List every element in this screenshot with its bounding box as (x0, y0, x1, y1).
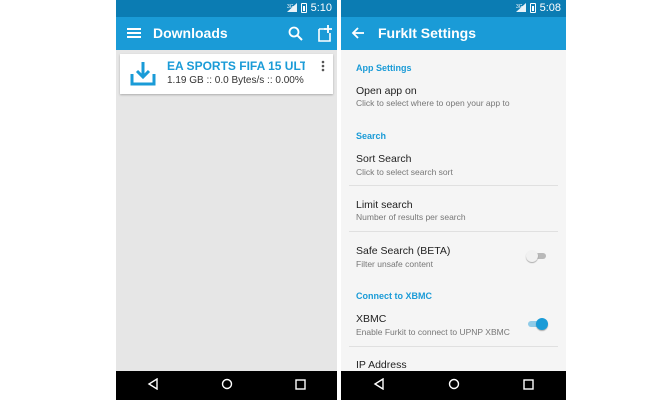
download-title: EA SPORTS FIFA 15 ULTIM... (167, 59, 305, 73)
toggle-thumb (526, 250, 538, 262)
download-item[interactable]: EA SPORTS FIFA 15 ULTIM... 1.19 GB :: 0.… (120, 54, 333, 94)
settings-screen: 3G 5:08 FurkIt Settings App Settings Ope… (341, 0, 566, 400)
divider (349, 185, 558, 186)
status-bar: 3G 5:08 (341, 0, 566, 17)
pref-title: XBMC (356, 313, 387, 325)
recent-apps-icon[interactable] (523, 377, 535, 395)
more-options-icon[interactable] (321, 59, 325, 77)
home-nav-icon[interactable] (448, 377, 460, 395)
downloads-screen: 3G 5:10 Downloads EA SPORTS FIFA 15 ULTI… (116, 0, 337, 400)
pref-title: Safe Search (BETA) (356, 245, 451, 257)
pref-summary: Enable Furkit to connect to UPNP XBMC (356, 327, 510, 337)
app-bar: Downloads (116, 17, 337, 50)
add-download-icon[interactable] (314, 23, 334, 43)
back-nav-icon[interactable] (373, 377, 385, 395)
pref-title: IP Address (356, 359, 407, 371)
nav-bar (116, 371, 337, 400)
divider (349, 231, 558, 232)
divider (349, 346, 558, 347)
battery-icon (300, 3, 307, 13)
section-search: Search (356, 131, 387, 141)
section-app-settings: App Settings (356, 63, 412, 73)
menu-icon[interactable] (124, 23, 144, 43)
page-title: FurkIt Settings (378, 25, 477, 41)
nav-bar (341, 371, 566, 400)
svg-text:3G: 3G (516, 4, 523, 10)
status-bar: 3G 5:10 (116, 0, 337, 17)
pref-title: Sort Search (356, 153, 412, 165)
home-nav-icon[interactable] (221, 377, 233, 395)
page-title: Downloads (153, 25, 228, 41)
app-bar: FurkIt Settings (341, 17, 566, 50)
xbmc-toggle[interactable] (526, 318, 548, 330)
download-icon (130, 60, 156, 91)
pref-summary: Filter unsafe content (356, 259, 434, 269)
status-time: 5:10 (310, 2, 332, 14)
back-arrow-icon[interactable] (348, 23, 368, 43)
pref-summary: Number of results per search (356, 212, 466, 222)
back-nav-icon[interactable] (147, 377, 159, 395)
battery-icon (529, 3, 536, 13)
recent-apps-icon[interactable] (295, 377, 306, 395)
toggle-thumb (536, 318, 548, 330)
pref-summary: Click to select search sort (356, 167, 453, 177)
search-icon[interactable] (285, 23, 305, 43)
pref-title: Open app on (356, 85, 417, 97)
section-connect-xbmc: Connect to XBMC (356, 291, 432, 301)
download-details: 1.19 GB :: 0.0 Bytes/s :: 0.00% (167, 75, 304, 86)
pref-title: Limit search (356, 199, 413, 211)
status-time: 5:08 (539, 2, 561, 14)
signal-icon: 3G (515, 2, 526, 14)
signal-icon: 3G (286, 2, 297, 14)
safe-search-toggle[interactable] (526, 250, 548, 262)
pref-summary: Click to select where to open your app t… (356, 98, 510, 108)
svg-text:3G: 3G (287, 4, 294, 10)
